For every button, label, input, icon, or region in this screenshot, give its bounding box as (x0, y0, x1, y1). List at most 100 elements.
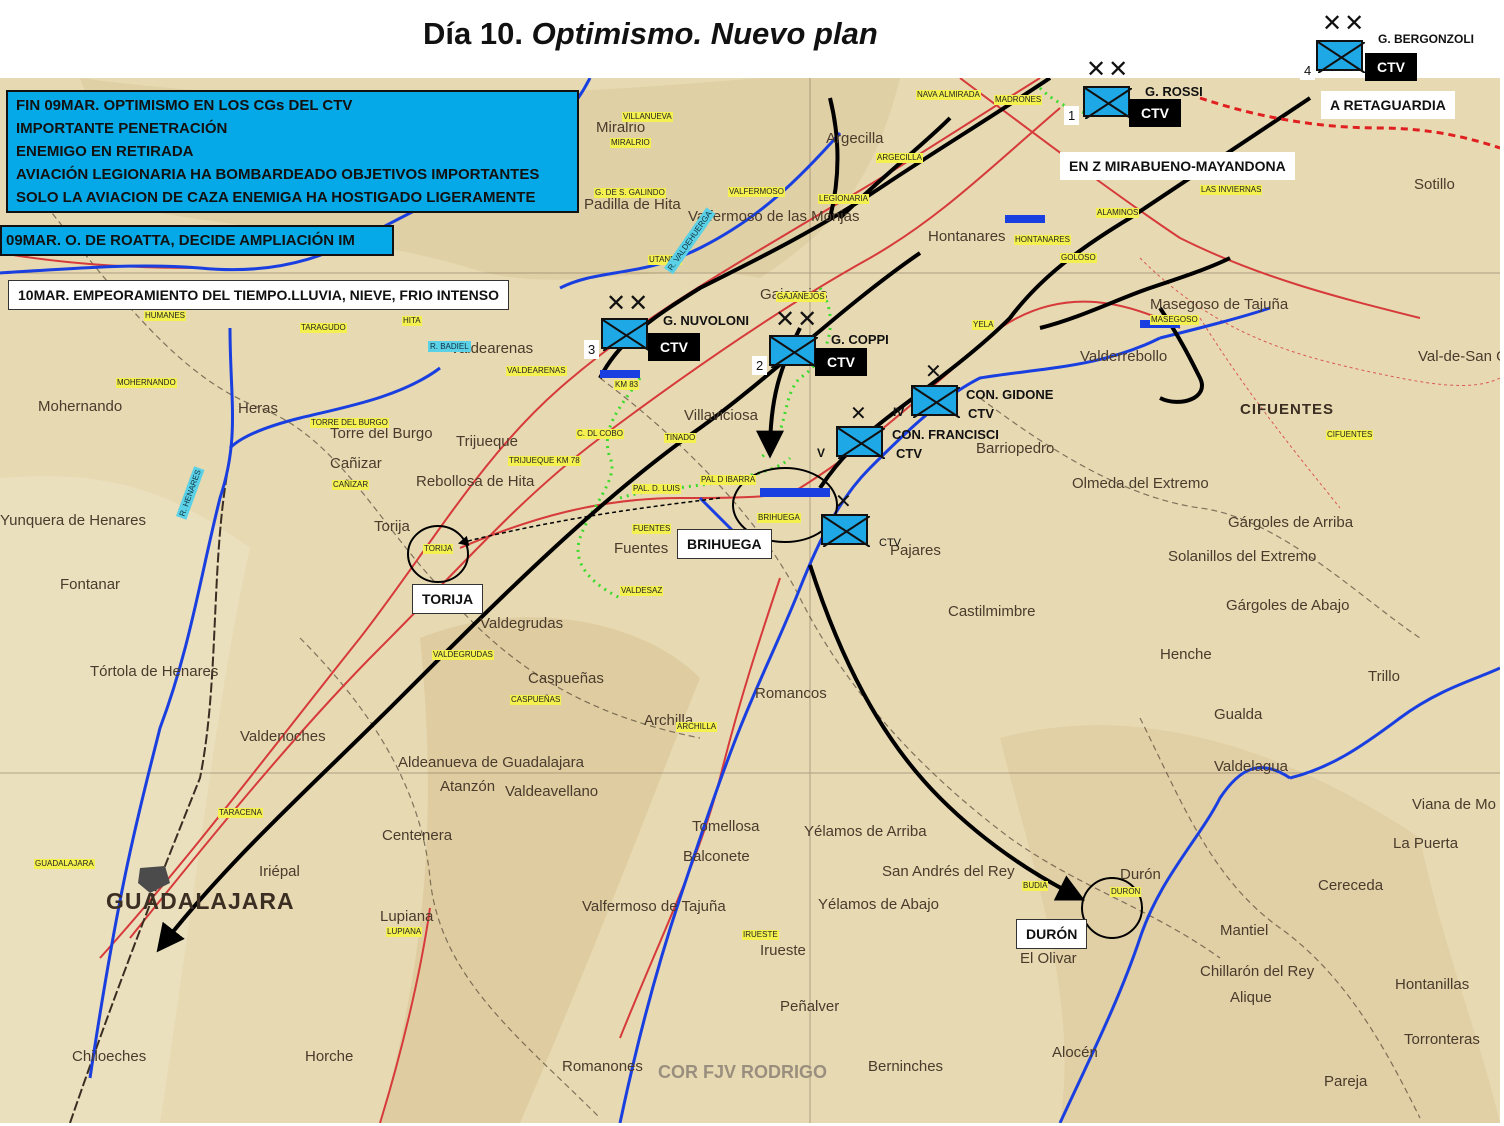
note-roatta: 09MAR. O. DE ROATTA, DECIDE AMPLIACIÓN I… (0, 225, 394, 256)
tag-caspuenas: CASPUEÑAS (510, 695, 562, 705)
tag-madrones: MADRONES (994, 95, 1043, 105)
tag-brihuega: BRIHUEGA (757, 513, 801, 523)
hill-shade (380, 617, 700, 1123)
tag-masegoso: MASEGOSO (1150, 315, 1199, 325)
place-valdelagua: Valdelagua (1214, 758, 1288, 775)
tag-legionaria: LEGIONARIA (818, 194, 869, 204)
echelon-division: ✕✕ (606, 290, 651, 317)
unit-bergonzoli-ctv: CTV (1365, 53, 1417, 81)
echelon-brigade: ✕ (850, 403, 869, 425)
unit-gidone-symbol[interactable] (911, 385, 960, 418)
valley-light (0, 476, 250, 1123)
infantry-cross-icon (838, 428, 885, 459)
place-aldeanueva: Aldeanueva de Guadalajara (398, 754, 584, 771)
infantry-cross-icon (603, 320, 650, 351)
unit-francisci-symbol[interactable] (836, 426, 885, 459)
callout-retaguardia: A RETAGUARDIA (1321, 91, 1455, 119)
tag-valfermoso: VALFERMOSO (728, 187, 785, 197)
infantry-cross-icon (823, 516, 870, 547)
tag-ibarra: PAL D IBARRA (700, 475, 757, 485)
echelon-brigade: ✕ (925, 361, 944, 383)
place-yelamos-abajo: Yélamos de Abajo (818, 896, 939, 913)
place-tortola: Tórtola de Henares (90, 663, 219, 680)
place-trijueque: Trijueque (456, 433, 518, 450)
tag-hita: HITA (402, 316, 422, 326)
tag-taracena: TARACENA (218, 808, 263, 818)
infantry-cross-icon (913, 387, 960, 418)
echelon-division: ✕✕ (1086, 56, 1131, 83)
place-padilla: Padilla de Hita (584, 196, 681, 213)
echelon-division: ✕✕ (1322, 10, 1367, 37)
unit-nuvoloni-number: 3 (584, 340, 600, 359)
place-fontanar: Fontanar (60, 576, 121, 593)
place-berninches: Berninches (868, 1058, 944, 1075)
echelon-division: ✕✕ (775, 306, 820, 333)
place-canizar: Cañizar (330, 455, 382, 472)
author-signature: COR FJV RODRIGO (658, 1062, 828, 1082)
place-san-andres: San Andrés del Rey (882, 863, 1015, 880)
unit-coppi-symbol[interactable] (769, 335, 818, 368)
place-rebollosa: Rebollosa de Hita (416, 473, 535, 490)
unit-rossi-symbol[interactable] (1083, 86, 1132, 119)
place-mohernando: Mohernando (38, 398, 123, 415)
unit-francisci-ctv: CTV (896, 446, 922, 461)
place-solanillos: Solanillos del Extremo (1168, 548, 1317, 565)
unit-bergonzoli-symbol[interactable] (1316, 40, 1365, 73)
place-fuentes: Fuentes (614, 540, 669, 557)
callout-torija: TORIJA (412, 584, 484, 614)
infantry-cross-icon (1085, 88, 1132, 119)
place-hontanillas: Hontanillas (1395, 976, 1470, 993)
place-cifuentes: CIFUENTES (1240, 401, 1335, 418)
place-pareja: Pareja (1324, 1073, 1368, 1090)
place-cereceda: Cereceda (1318, 877, 1384, 894)
echelon-brigade: ✕ (835, 491, 854, 513)
note-weather: 10MAR. EMPEORAMIENTO DEL TIEMPO.LLUVIA, … (8, 280, 509, 310)
unit-rossi-ctv: CTV (1129, 99, 1181, 127)
place-heras: Heras (238, 400, 279, 417)
river-badiel: R. BADIEL (428, 341, 471, 352)
unit-nuvoloni-name: G. NUVOLONI (663, 313, 749, 328)
place-valdegrudas: Valdegrudas (480, 615, 564, 632)
tag-budia: BUDIA (1022, 881, 1049, 891)
tag-guadalajara: GUADALAJARA (34, 859, 95, 869)
unit-brihuega-symbol[interactable] (821, 514, 870, 547)
tag-argecilla: ARGECILLA (876, 153, 923, 163)
unit-gidone-number: IV (893, 405, 905, 419)
tag-alaminos: ALAMINOS (1096, 208, 1140, 218)
tag-km83: KM 83 (614, 380, 640, 390)
unit-bergonzoli-name: G. BERGONZOLI (1378, 32, 1474, 46)
unit-gidone-name: CON. GIDONE (966, 387, 1054, 402)
unit-nuvoloni-symbol[interactable] (601, 318, 650, 351)
tag-miralrio: MIRALRIO (610, 138, 651, 148)
place-barriopedro: Barriopedro (976, 440, 1055, 457)
place-alocen: Alocén (1052, 1044, 1098, 1061)
map-title: Día 10. Optimismo. Nuevo plan (423, 16, 878, 52)
unit-francisci-number: V (817, 446, 826, 460)
place-balconete: Balconete (683, 848, 750, 865)
tag-mohernando: MOHERNANDO (116, 378, 177, 388)
tag-hontanares: HONTANARES (1014, 235, 1071, 245)
tag-irueste: IRUESTE (742, 930, 779, 940)
note-line: FIN 09MAR. OPTIMISMO EN LOS CGs DEL CTV (16, 97, 353, 114)
callout-brihuega: BRIHUEGA (677, 529, 772, 559)
unit-nuvoloni-ctv: CTV (648, 333, 700, 361)
place-henche: Henche (1160, 646, 1212, 663)
place-romanones: Romanones (562, 1058, 643, 1075)
title-day: Día 10. (423, 16, 523, 51)
tag-cobo: C. DL COBO (576, 429, 624, 439)
callout-mirabueno: EN Z MIRABUENO-MAYANDONA (1060, 152, 1295, 180)
place-castilmimbre: Castilmimbre (948, 603, 1036, 620)
unit-bergonzoli-number: 4 (1300, 61, 1316, 80)
place-romancos: Romancos (755, 685, 827, 702)
tag-humanes: HUMANES (144, 311, 187, 321)
tag-valdegrudas: VALDEGRUDAS (432, 650, 494, 660)
infantry-cross-icon (1318, 42, 1365, 73)
place-valfermoso-monjas: Valfermoso de las Monjas (688, 208, 860, 225)
place-iriepal: Iriépal (259, 863, 300, 880)
place-torija: Torija (374, 518, 410, 535)
place-el-olivar: El Olivar (1020, 950, 1077, 967)
note-line: IMPORTANTE PENETRACIÓN (16, 120, 228, 137)
place-chillaron: Chillarón del Rey (1200, 963, 1315, 980)
unit-brihuega-ctv: CTV (879, 537, 901, 549)
tag-invernas: LAS INVIERNAS (1200, 185, 1263, 195)
